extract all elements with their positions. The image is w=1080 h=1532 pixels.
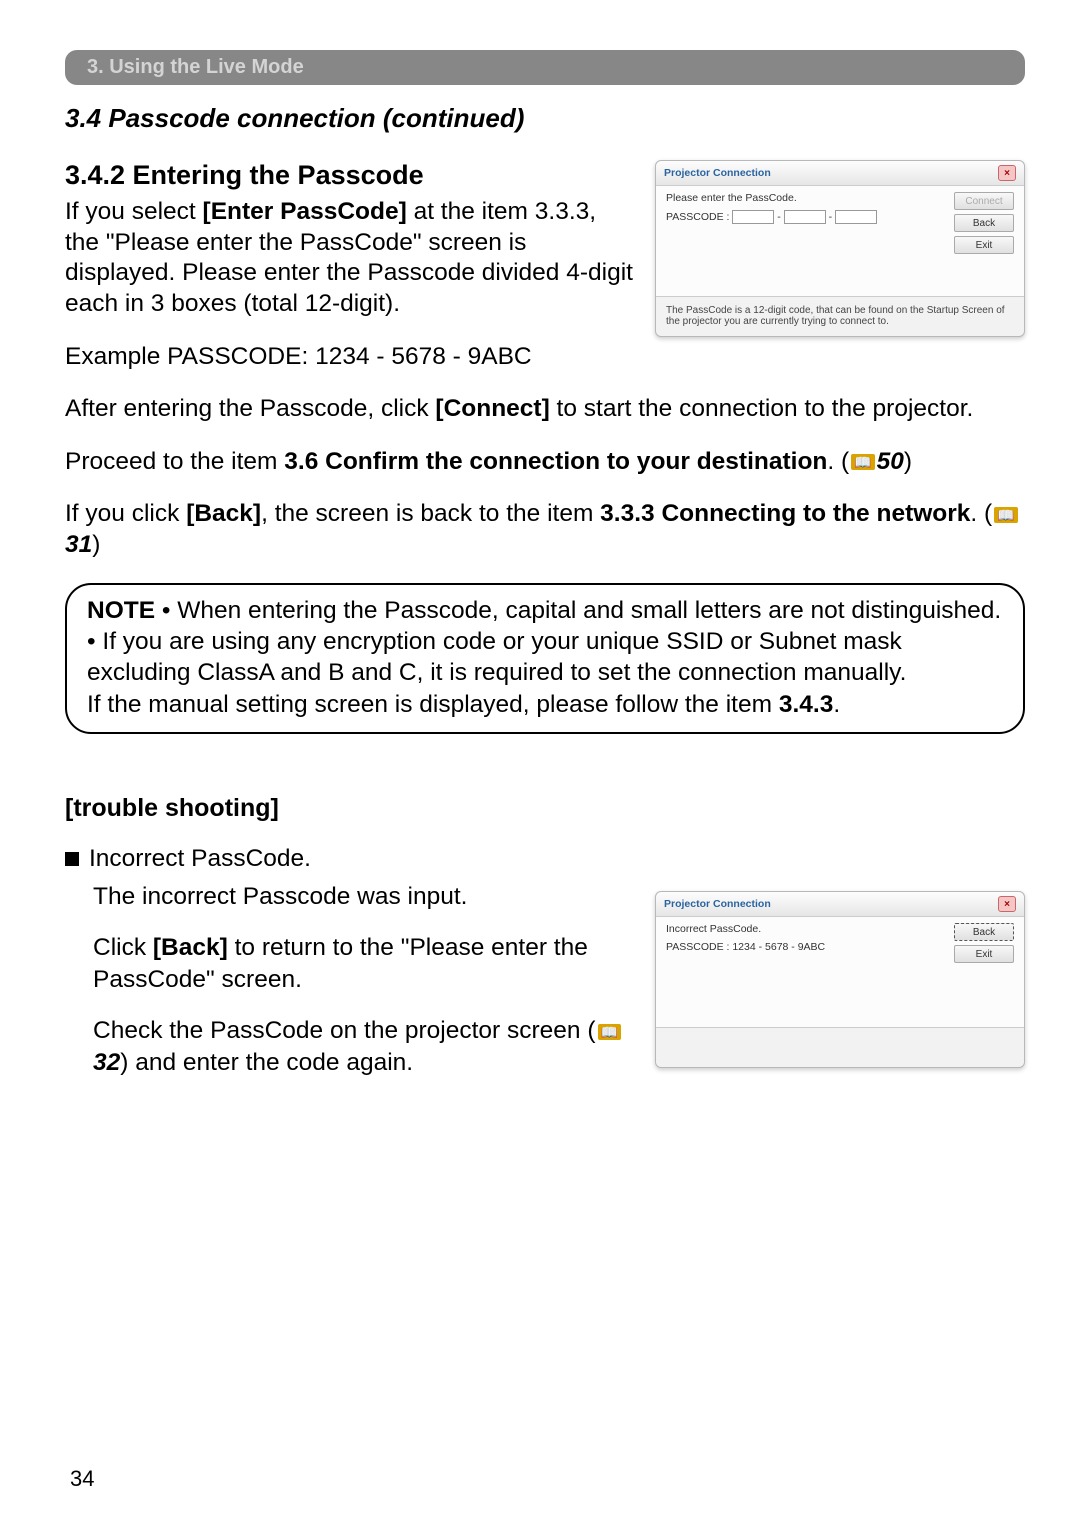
- text: to start the connection to the projector…: [550, 395, 974, 422]
- bold-text: [Connect]: [435, 395, 549, 422]
- back-button[interactable]: Back: [954, 214, 1014, 232]
- passcode-input-1[interactable]: [732, 210, 774, 224]
- incorrect-passcode-bullet: Incorrect PassCode.: [65, 845, 1025, 873]
- ts-paragraph-2: Click [Back] to return to the "Please en…: [93, 932, 635, 995]
- book-icon: 📖: [851, 454, 874, 470]
- passcode-row: PASSCODE : - -: [666, 210, 944, 224]
- close-icon[interactable]: ×: [998, 165, 1016, 181]
- enter-passcode-dialog: Projector Connection × Please enter the …: [655, 160, 1025, 337]
- text: Click: [93, 934, 153, 961]
- note-label: NOTE: [87, 597, 155, 624]
- page-ref: 32: [93, 1049, 120, 1076]
- connect-button[interactable]: Connect: [954, 192, 1014, 210]
- back-paragraph: If you click [Back], the screen is back …: [65, 499, 1025, 560]
- example-passcode: Example PASSCODE: 1234 - 5678 - 9ABC: [65, 342, 635, 373]
- troubleshooting-heading: [trouble shooting]: [65, 794, 1025, 823]
- chapter-bar-text: 3. Using the Live Mode: [87, 56, 304, 78]
- text: ) and enter the code again.: [120, 1049, 413, 1076]
- ts-paragraph-3: Check the PassCode on the projector scre…: [93, 1015, 635, 1078]
- text: , the screen is back to the item: [261, 500, 600, 527]
- dialog-message: Incorrect PassCode.: [666, 923, 944, 935]
- proceed-paragraph: Proceed to the item 3.6 Confirm the conn…: [65, 447, 1025, 478]
- text: If you click: [65, 500, 186, 527]
- passcode-value: PASSCODE : 1234 - 5678 - 9ABC: [666, 941, 944, 953]
- dialog-footer: The PassCode is a 12-digit code, that ca…: [656, 296, 1024, 336]
- bold-text: [Back]: [186, 500, 261, 527]
- text: . (: [827, 448, 849, 475]
- dialog-message: Please enter the PassCode.: [666, 192, 944, 204]
- chapter-bar: 3. Using the Live Mode: [65, 50, 1025, 85]
- bullet-text: Incorrect PassCode.: [89, 845, 311, 873]
- book-icon: 📖: [598, 1024, 621, 1040]
- note-line-2: • If you are using any encryption code o…: [87, 628, 906, 686]
- text: ): [92, 531, 100, 558]
- page-ref: 31: [65, 531, 92, 558]
- square-bullet-icon: [65, 852, 79, 866]
- passcode-input-3[interactable]: [835, 210, 877, 224]
- text: ): [904, 448, 912, 475]
- text: . (: [970, 500, 992, 527]
- text: If you select: [65, 198, 203, 225]
- text: Proceed to the item: [65, 448, 284, 475]
- close-icon[interactable]: ×: [998, 896, 1016, 912]
- text: Check the PassCode on the projector scre…: [93, 1017, 596, 1044]
- passcode-label: PASSCODE :: [666, 211, 729, 223]
- note-line-3: If the manual setting screen is displaye…: [87, 691, 779, 718]
- note-line-3-bold: 3.4.3: [779, 691, 834, 718]
- subheading: 3.4.2 Entering the Passcode: [65, 160, 635, 191]
- dialog-footer: [656, 1027, 1024, 1067]
- intro-paragraph: If you select [Enter PassCode] at the it…: [65, 197, 635, 320]
- bold-text: [Enter PassCode]: [203, 198, 407, 225]
- page-number: 34: [70, 1466, 94, 1492]
- section-title: 3.4 Passcode connection (continued): [65, 103, 1025, 134]
- text: After entering the Passcode, click: [65, 395, 435, 422]
- exit-button[interactable]: Exit: [954, 945, 1014, 963]
- dialog-titlebar: Projector Connection ×: [656, 161, 1024, 186]
- dialog-titlebar: Projector Connection ×: [656, 892, 1024, 917]
- page-ref: 50: [877, 448, 904, 475]
- note-line-1: • When entering the Passcode, capital an…: [155, 597, 1001, 624]
- ts-paragraph-1: The incorrect Passcode was input.: [93, 881, 635, 912]
- text: .: [833, 691, 840, 718]
- bold-text: [Back]: [153, 934, 228, 961]
- bold-text: 3.6 Confirm the connection to your desti…: [284, 448, 827, 475]
- exit-button[interactable]: Exit: [954, 236, 1014, 254]
- note-box: NOTE • When entering the Passcode, capit…: [65, 583, 1025, 734]
- back-button[interactable]: Back: [954, 923, 1014, 941]
- book-icon: 📖: [994, 507, 1017, 523]
- bold-text: 3.3.3 Connecting to the network: [600, 500, 970, 527]
- after-paragraph: After entering the Passcode, click [Conn…: [65, 394, 1025, 425]
- passcode-input-2[interactable]: [784, 210, 826, 224]
- dialog-title-text: Projector Connection: [664, 167, 771, 179]
- dialog-title-text: Projector Connection: [664, 898, 771, 910]
- incorrect-passcode-dialog: Projector Connection × Incorrect PassCod…: [655, 891, 1025, 1068]
